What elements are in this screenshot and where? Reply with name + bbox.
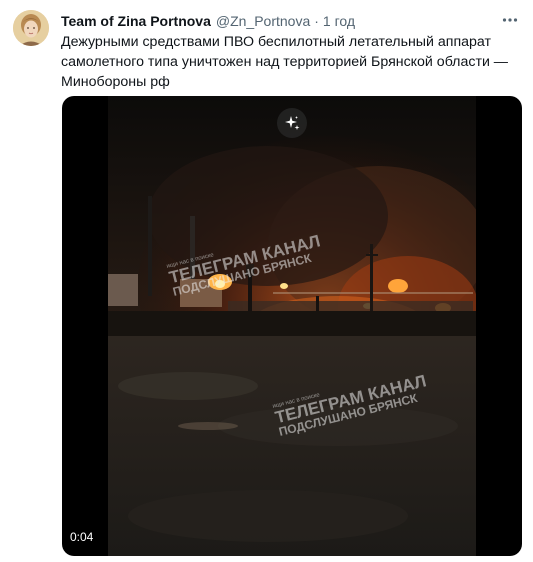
media-enhance-button[interactable] (277, 108, 307, 138)
tweet-text-line: Дежурными средствами ПВО беспилотный лет… (61, 34, 491, 50)
avatar[interactable] (13, 10, 49, 46)
video-duration: 0:04 (70, 530, 94, 544)
tweet-header: Team of Zina Portnova @Zn_Portnova · 1 г… (61, 11, 493, 31)
author-handle[interactable]: @Zn_Portnova (216, 13, 310, 29)
tweet-card[interactable]: Team of Zina Portnova @Zn_Portnova · 1 г… (0, 0, 533, 562)
more-options-button[interactable] (499, 9, 521, 31)
tweet-text: Дежурными средствами ПВО беспилотный лет… (61, 32, 516, 92)
tweet-text-line: самолетного типа уничтожен над территори… (61, 54, 508, 70)
more-horizontal-icon (502, 18, 518, 22)
tweet-timestamp[interactable]: 1 год (323, 13, 355, 29)
avatar-portrait-image (13, 10, 49, 46)
video-player[interactable]: ищи нас в поиске ТЕЛЕГРАМ КАНАЛ ПОДСЛУША… (62, 96, 522, 556)
separator-dot: · (314, 13, 319, 29)
author-name[interactable]: Team of Zina Portnova (61, 13, 211, 29)
video-frame[interactable]: ищи нас в поиске ТЕЛЕГРАМ КАНАЛ ПОДСЛУША… (108, 96, 476, 556)
tweet-text-line: Минобороны рф (61, 74, 170, 90)
night-fire-scene-image (108, 96, 476, 556)
sparkle-icon (285, 116, 300, 130)
